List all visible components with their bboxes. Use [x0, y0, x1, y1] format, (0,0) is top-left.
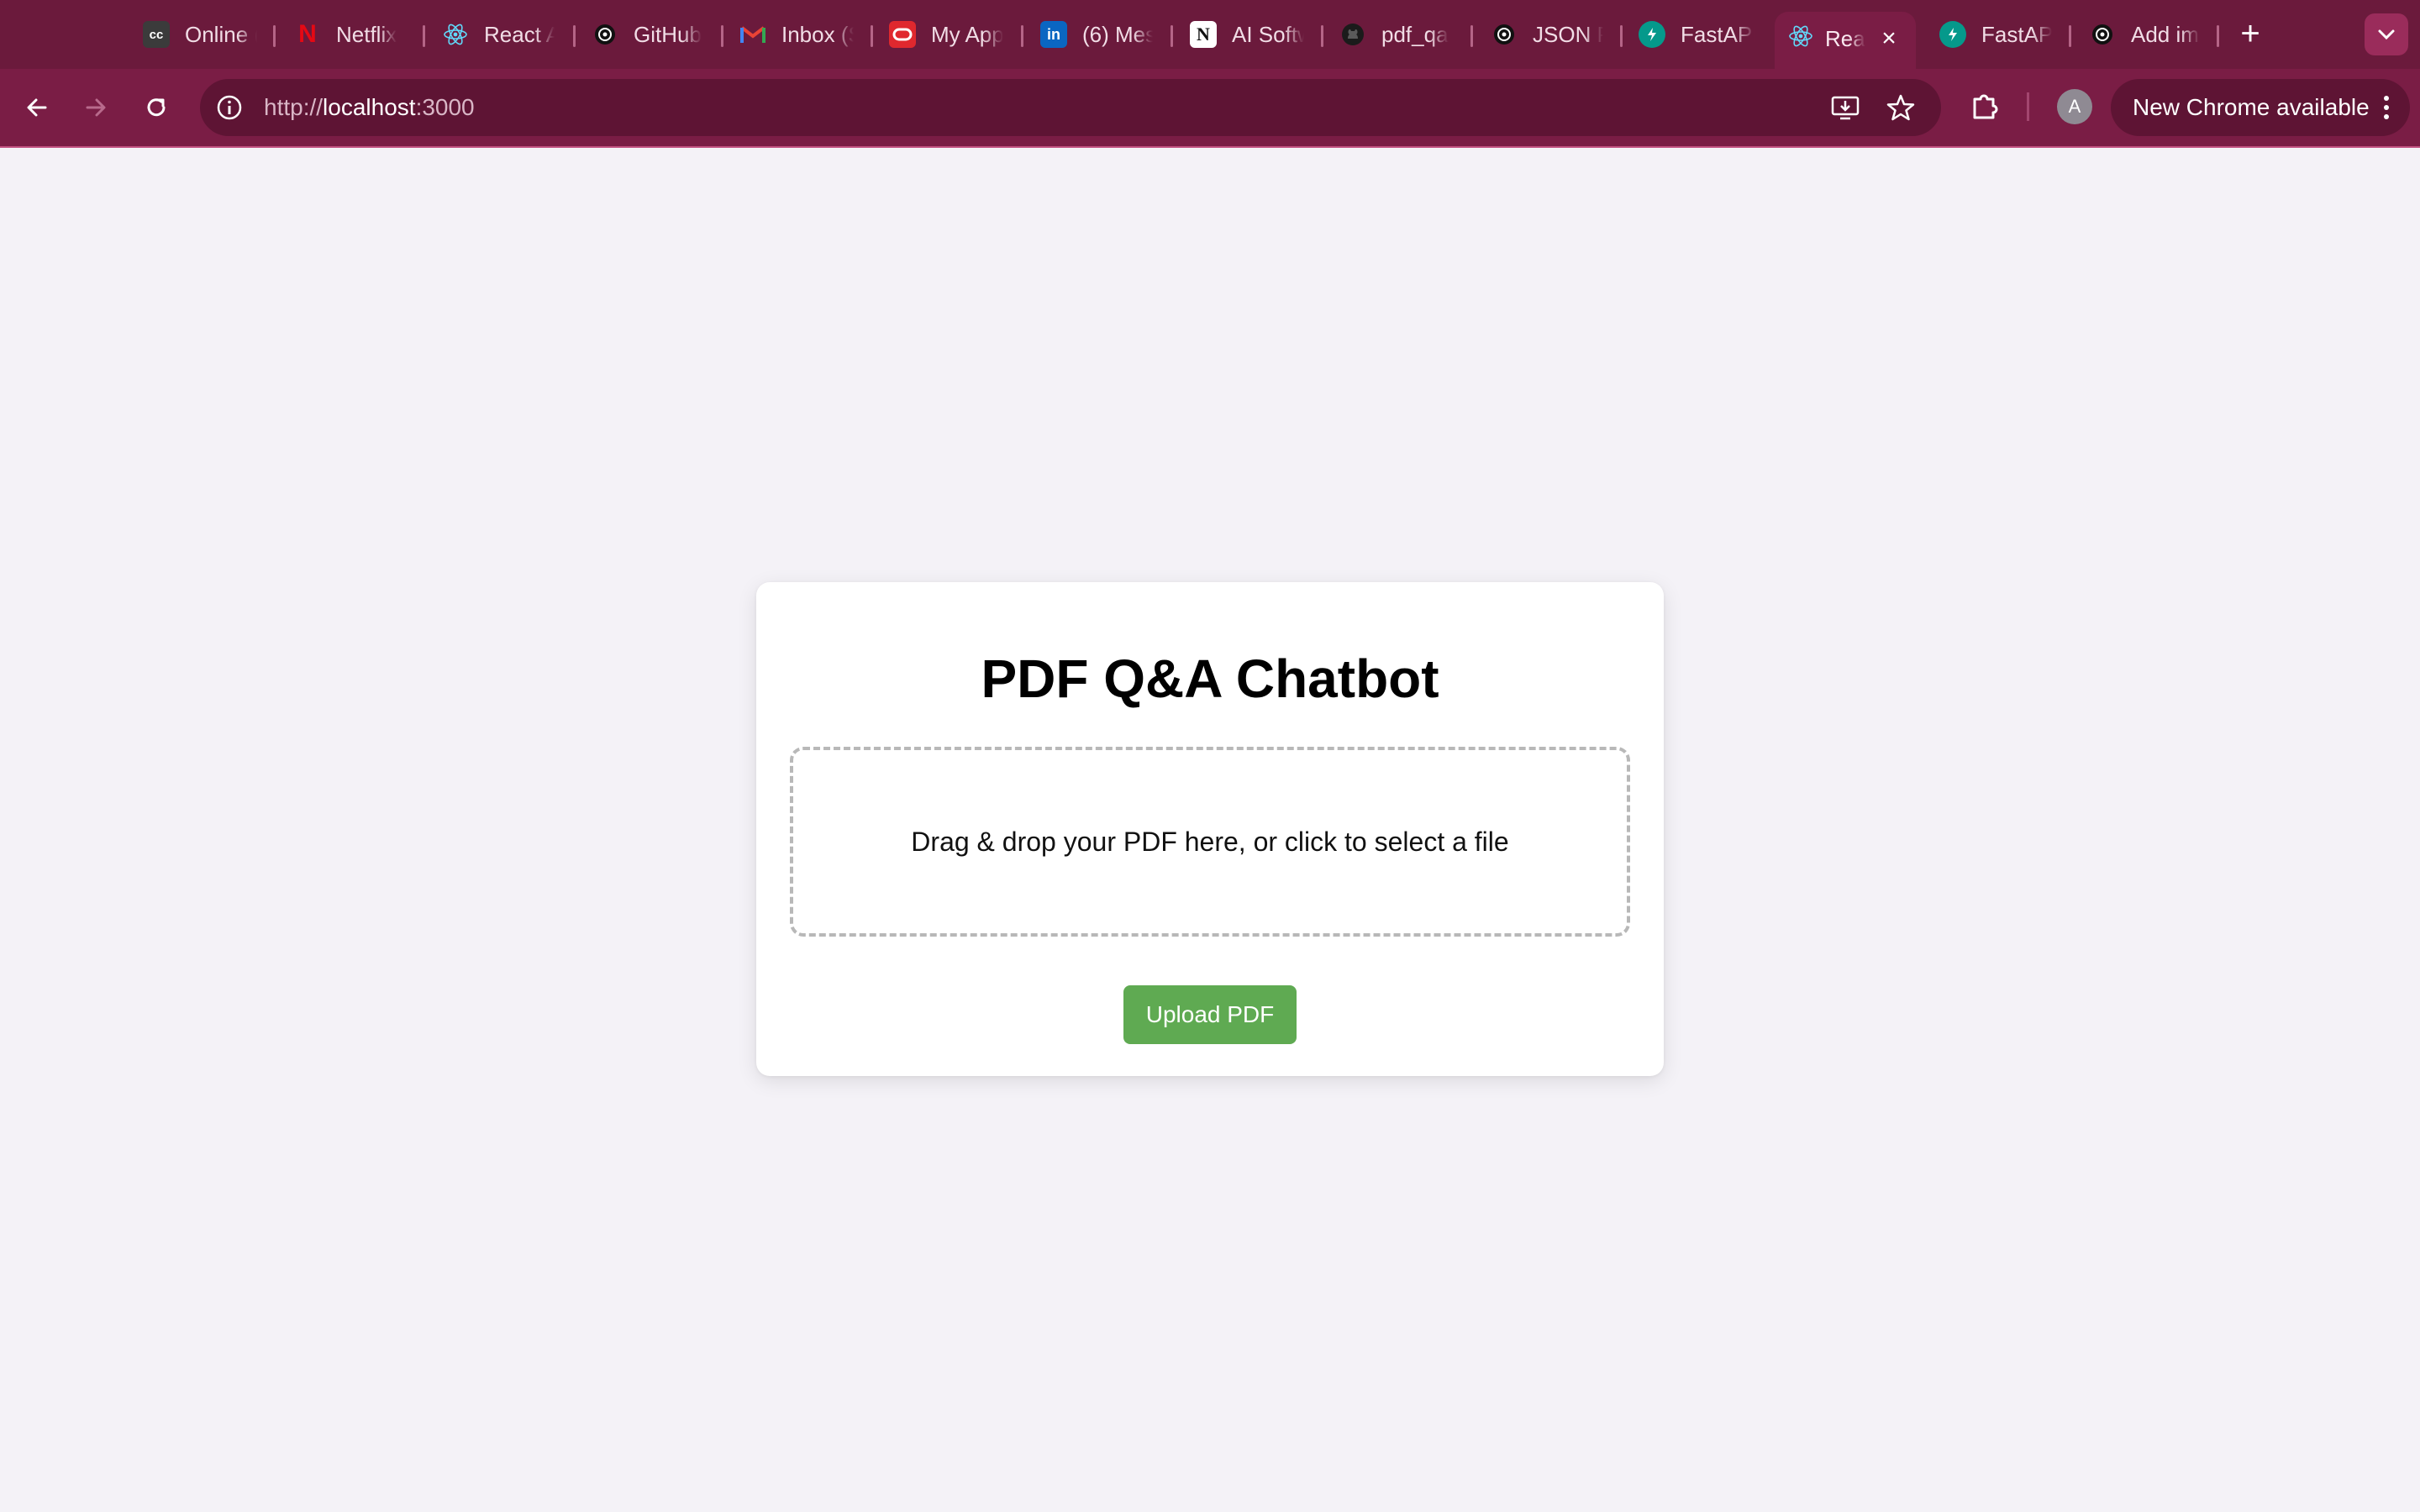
tab-separator — [1620, 25, 1623, 47]
arrow-left-icon — [27, 98, 47, 117]
tab-separator — [573, 25, 576, 47]
tab-inbox[interactable]: Inbox (S — [739, 13, 854, 55]
tab-separator — [2069, 25, 2071, 47]
tab-separator — [871, 25, 873, 47]
fastapi-icon — [1939, 21, 1966, 48]
tab-online[interactable]: cc Online ( — [143, 13, 257, 55]
more-vertical-icon — [2384, 96, 2389, 119]
browser-chrome: cc Online ( N Netflix React A GitHub Inb… — [0, 0, 2420, 148]
extensions-puzzle-icon[interactable] — [1968, 89, 2002, 123]
tab-separator — [423, 25, 425, 47]
tab-separator — [721, 25, 723, 47]
tab-react[interactable]: React A — [442, 13, 555, 55]
github-icon — [1339, 21, 1366, 48]
tab-ai-software[interactable]: N AI Softw — [1190, 13, 1304, 55]
notion-icon: N — [1190, 21, 1217, 48]
new-chrome-available-button[interactable]: New Chrome available — [2111, 79, 2410, 136]
url-text[interactable]: http://localhost:3000 — [264, 79, 475, 136]
cc-icon: cc — [143, 21, 170, 48]
tab-json[interactable]: JSON P — [1491, 13, 1603, 55]
tab-pdf-qa[interactable]: pdf_qa — [1339, 13, 1452, 55]
tab-search-button[interactable] — [2365, 13, 2408, 55]
site-info-icon[interactable] — [215, 93, 244, 122]
back-button[interactable] — [17, 87, 57, 128]
close-tab-icon[interactable]: × — [1876, 25, 1902, 52]
openai-icon — [592, 21, 618, 48]
reload-button[interactable] — [136, 87, 176, 128]
upload-card: PDF Q&A Chatbot Drag & drop your PDF her… — [756, 582, 1664, 1076]
oracle-icon — [889, 21, 916, 48]
pdf-dropzone[interactable]: Drag & drop your PDF here, or click to s… — [790, 747, 1630, 937]
tab-separator — [1321, 25, 1323, 47]
tab-netflix[interactable]: N Netflix — [294, 13, 420, 55]
page-content: PDF Q&A Chatbot Drag & drop your PDF her… — [0, 148, 2420, 1512]
arrow-right-icon — [86, 98, 106, 117]
forward-button[interactable] — [76, 87, 116, 128]
tab-separator — [1470, 25, 1473, 47]
reload-icon — [147, 98, 166, 117]
tab-my-app[interactable]: My App — [889, 13, 1003, 55]
fastapi-icon — [1639, 21, 1665, 48]
tab-add-image[interactable]: Add ima — [2089, 13, 2200, 55]
new-tab-button[interactable]: + — [2232, 15, 2269, 52]
openai-icon — [2089, 21, 2116, 48]
tab-github[interactable]: GitHub — [592, 13, 704, 55]
bookmark-star-icon[interactable] — [1886, 92, 1916, 123]
netflix-icon: N — [298, 20, 317, 48]
chevron-down-icon — [2378, 29, 2395, 40]
tab-separator — [1171, 25, 1173, 47]
address-bar[interactable]: http://localhost:3000 — [200, 79, 1941, 136]
linkedin-icon: in — [1040, 21, 1067, 48]
tab-separator — [1021, 25, 1023, 47]
dropzone-instructions: Drag & drop your PDF here, or click to s… — [911, 826, 1509, 857]
tab-react-active[interactable]: Rea × — [1775, 12, 1916, 69]
upload-pdf-button[interactable]: Upload PDF — [1123, 985, 1297, 1044]
gmail-icon — [739, 21, 766, 48]
tab-fastapi[interactable]: FastAPI — [1639, 13, 1754, 55]
tab-separator — [2217, 25, 2219, 47]
tab-strip: cc Online ( N Netflix React A GitHub Inb… — [0, 0, 2420, 69]
react-icon — [442, 21, 469, 48]
profile-avatar[interactable]: A — [2057, 89, 2092, 124]
openai-icon — [1491, 21, 1518, 48]
install-app-icon[interactable] — [1830, 92, 1860, 123]
tab-separator — [273, 25, 276, 47]
page-title: PDF Q&A Chatbot — [981, 648, 1439, 709]
tab-linkedin[interactable]: in (6) Mes — [1040, 13, 1153, 55]
tab-fastapi-2[interactable]: FastAPI — [1939, 13, 2052, 55]
react-icon — [1788, 24, 1813, 55]
toolbar-divider — [2027, 92, 2029, 121]
